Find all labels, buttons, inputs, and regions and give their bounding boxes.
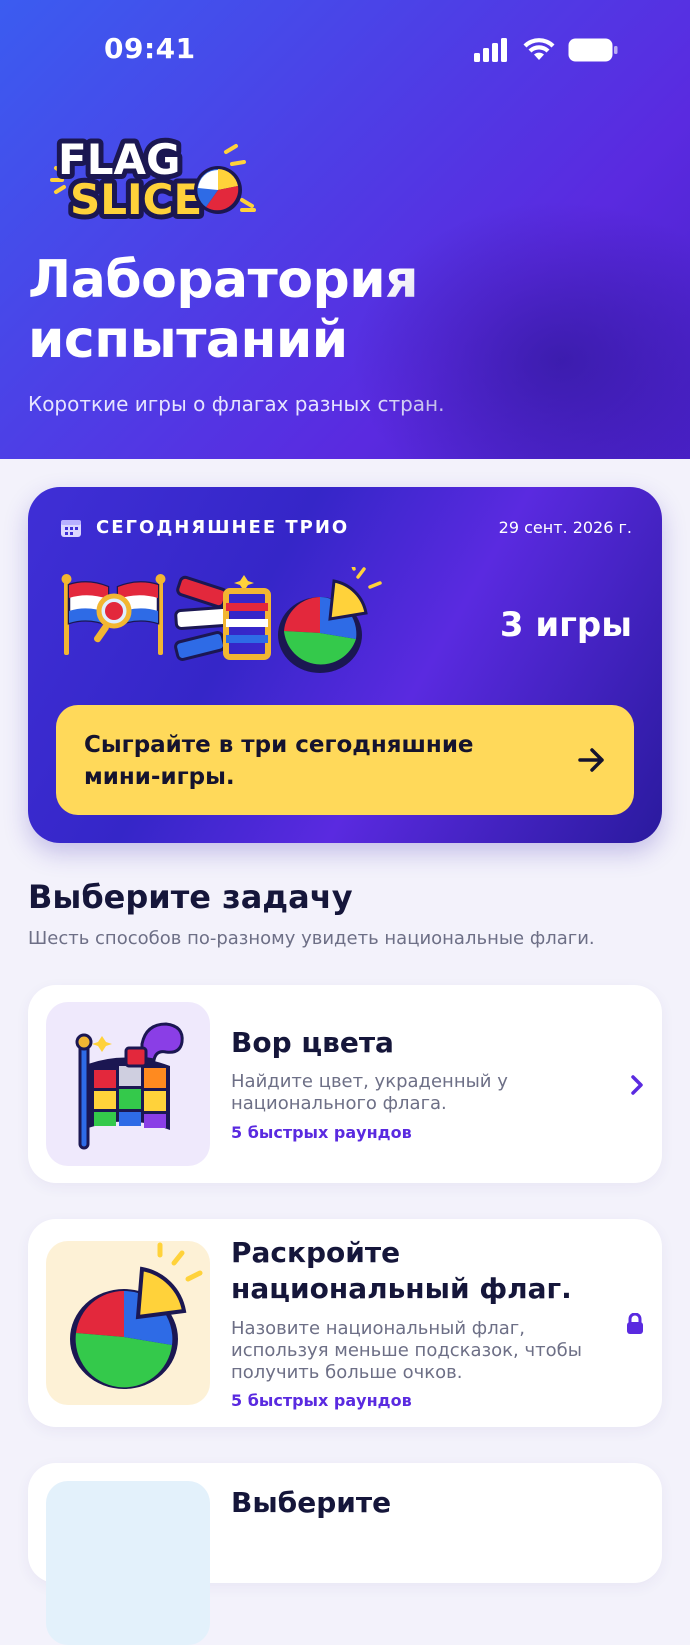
flags-magnifier-icon [61,574,166,655]
chevron-right-icon [631,1075,643,1095]
card-title: Вор цвета [231,1026,394,1059]
arrow-right-icon [578,748,604,772]
page-title: Лаборатория испытаний [28,250,419,370]
card-rounds: 5 быстрых раундов [231,1391,412,1410]
lock-icon [627,1313,643,1334]
card-title: Раскройте национальный флаг. [231,1236,572,1305]
color-flag-icon [75,1022,184,1150]
trio-date: 29 сент. 2026 г. [498,518,632,537]
trio-label: СЕГОДНЯШНЕЕ ТРИО [96,517,350,538]
section-subtitle: Шесть способов по-разному увидеть национ… [28,928,595,949]
trio-game-count: 3 игры [499,605,632,645]
section-title: Выберите задачу [28,878,353,916]
game-card-reveal-flag[interactable]: Раскройте национальный флаг. Назовите на… [28,1219,662,1427]
battery-icon [568,38,618,62]
cellular-signal-icon [474,38,507,62]
page-subtitle: Короткие игры о флагах разных стран. [28,392,445,416]
game-card-choose[interactable]: Выберите [28,1463,662,1645]
flag-slices-icon [174,575,271,661]
pie-chart-icon [278,567,382,673]
status-bar: 09:41 [0,0,690,100]
status-icons [474,38,618,62]
trio-games-illustration [61,567,382,673]
card-rounds: 5 быстрых раундов [231,1123,412,1142]
calendar-icon [61,520,81,537]
status-time: 09:41 [104,32,196,65]
play-daily-trio-label: Сыграйте в три сегодняшние мини-игры. [84,732,474,790]
card-title: Выберите [231,1486,392,1519]
choose-thumbnail [46,1481,210,1645]
game-card-color-thief[interactable]: Вор цвета Найдите цвет, украденный у нац… [28,985,662,1183]
play-daily-trio-button[interactable]: Сыграйте в три сегодняшние мини-игры. [56,705,634,815]
card-description: Назовите национальный флаг, используя ме… [231,1318,582,1383]
daily-trio-card[interactable]: СЕГОДНЯШНЕЕ ТРИО 29 сент. 2026 г. 3 игры… [28,487,662,843]
flag-slice-logo: FLAG FLAG SLICE SLICE [50,130,256,226]
color-thief-thumbnail [46,1002,210,1166]
card-description: Найдите цвет, украденный у национального… [231,1071,508,1114]
pie-chart-icon [70,1242,203,1389]
reveal-flag-thumbnail [46,1241,210,1405]
hero-header: 09:41 FLAG FLAG SLICE SLICE Лаборатория … [0,0,690,459]
svg-text:SLICE: SLICE [70,175,202,224]
wifi-icon [523,38,555,60]
